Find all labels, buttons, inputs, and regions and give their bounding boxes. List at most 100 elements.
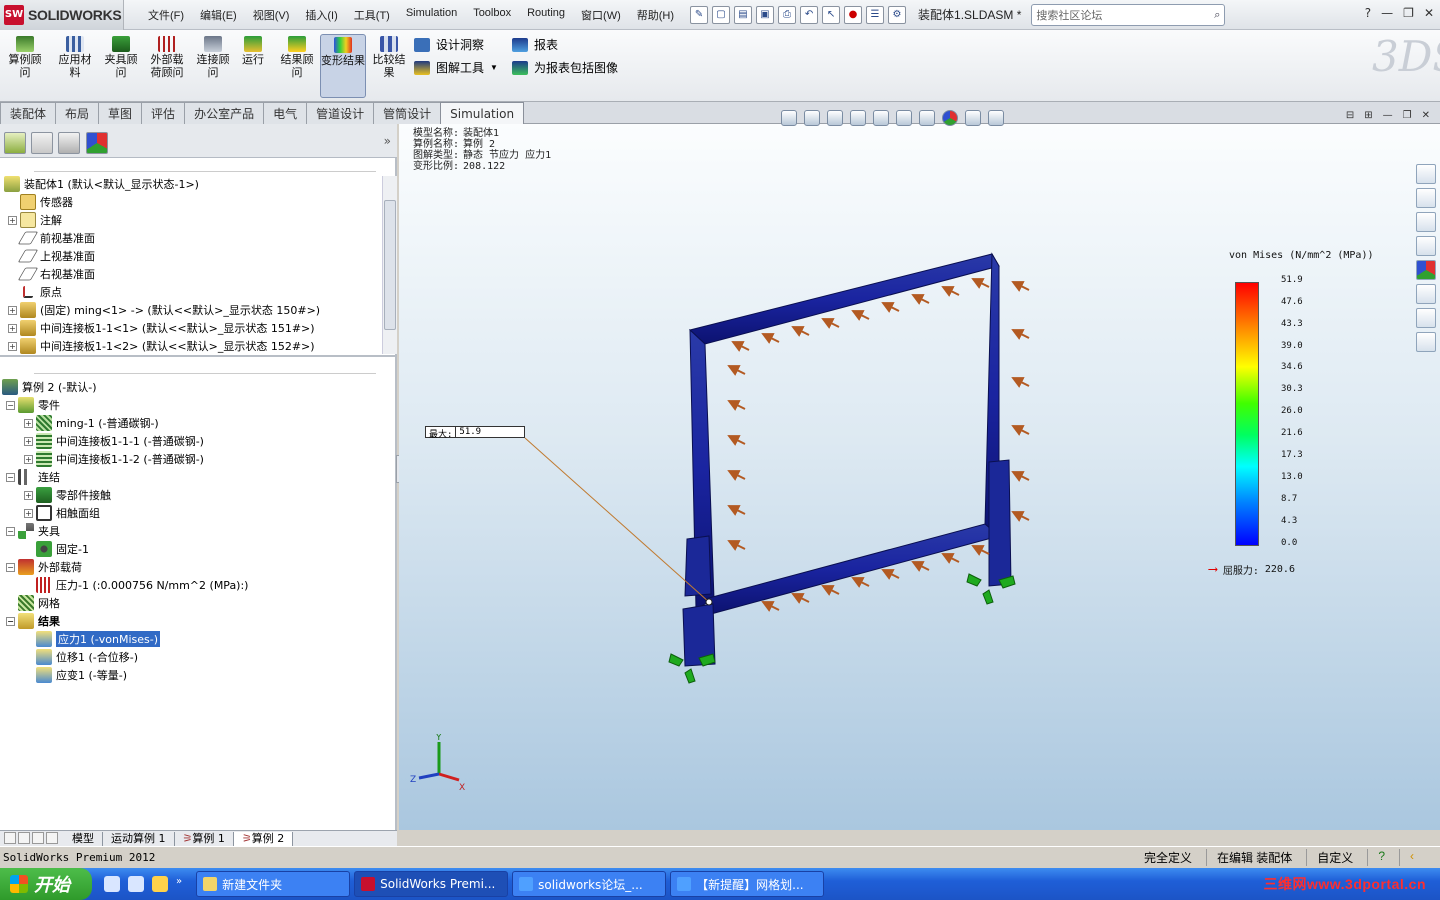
tree-item[interactable]: 右视基准面 (0, 265, 382, 283)
report-button[interactable]: 报表 (512, 36, 558, 53)
tree-item[interactable]: + 中间连接板1-1<2> (默认<<默认>_显示状态 152#>) (0, 337, 382, 355)
tab-evaluate[interactable]: 评估 (141, 102, 186, 124)
configuration-manager-tab-icon[interactable] (58, 132, 80, 154)
tab-layout[interactable]: 布局 (55, 102, 100, 124)
plot-tools-dropdown-icon[interactable]: ▼ (490, 63, 498, 72)
viewport-next-icon[interactable]: ⊞ (1364, 110, 1372, 121)
menu-insert[interactable]: 插入(I) (297, 7, 345, 23)
study-node-parts[interactable]: − 零件 (0, 396, 382, 414)
fixtures-advisor-button[interactable]: 夹具顾问 (100, 34, 142, 80)
run-button[interactable]: 运行 (232, 34, 274, 67)
undo-icon[interactable]: ↶ (800, 5, 819, 24)
study-item[interactable]: + 中间连接板1-1-2 (-普通碳钢-) (0, 450, 382, 468)
solidworks-resources-icon[interactable] (1416, 164, 1436, 184)
tab-tubing[interactable]: 管筒设计 (373, 102, 442, 124)
tab-study-2[interactable]: ⚞算例 2 (233, 831, 294, 846)
menu-file[interactable]: 文件(F) (140, 7, 192, 23)
save-icon[interactable]: ▣ (756, 5, 775, 24)
status-units[interactable]: 自定义 (1306, 849, 1353, 866)
menu-window[interactable]: 窗口(W) (573, 7, 629, 23)
appearances-icon[interactable] (1416, 260, 1436, 280)
expand-toggle[interactable]: + (8, 323, 17, 333)
study-node-fixtures[interactable]: − 夹具 (0, 522, 382, 540)
menu-tools[interactable]: 工具(T) (346, 7, 398, 23)
plot-tools-button[interactable]: 图解工具 ▼ (414, 59, 498, 76)
property-manager-tab-icon[interactable] (31, 132, 53, 154)
external-loads-advisor-button[interactable]: 外部载荷顾问 (146, 34, 188, 80)
stress-legend[interactable]: von Mises (N/mm^2 (MPa)) 51.9 47.6 43.3 … (1209, 250, 1374, 577)
tree-item[interactable]: 传感器 (0, 193, 382, 211)
search-input[interactable]: 搜索社区论坛 ⌕ (1031, 3, 1226, 26)
expand-toggle[interactable]: + (24, 490, 33, 500)
max-value-probe[interactable]: 最大: 51.9 (425, 426, 525, 440)
tab-office[interactable]: 办公室产品 (184, 102, 265, 124)
tree-root[interactable]: 装配体1 (默认<默认_显示状态-1>) (0, 175, 382, 193)
result-item-stress[interactable]: 应力1 (-vonMises-) (0, 630, 382, 648)
more-icon[interactable]: » (176, 876, 182, 892)
menu-edit[interactable]: 编辑(E) (192, 7, 245, 23)
custom-properties-icon[interactable] (1416, 284, 1436, 304)
study-item[interactable]: 固定-1 (0, 540, 382, 558)
select-pointer-icon[interactable]: ↖ (822, 5, 841, 24)
expand-toggle[interactable]: + (24, 436, 33, 446)
restore-button[interactable]: ❐ (1403, 6, 1414, 20)
study-item[interactable]: + 零部件接触 (0, 486, 382, 504)
menu-routing[interactable]: Routing (519, 7, 573, 23)
result-item-displacement[interactable]: 位移1 (-合位移-) (0, 648, 382, 666)
study-item[interactable]: + ming-1 (-普通碳钢-) (0, 414, 382, 432)
help-icon[interactable]: ? (1365, 6, 1371, 20)
tab-assembly[interactable]: 装配体 (0, 102, 57, 124)
study-node-results[interactable]: − 结果 (0, 612, 382, 630)
expand-toggle[interactable]: + (8, 341, 17, 351)
study-item[interactable]: + 相触面组 (0, 504, 382, 522)
study-item[interactable]: 压力-1 (:0.000756 N/mm^2 (MPa):) (0, 576, 382, 594)
tab-piping[interactable]: 管道设计 (306, 102, 375, 124)
viewport-minimize-icon[interactable]: — (1383, 110, 1393, 121)
taskbar-item-browser-2[interactable]: 【新提醒】网格划... (670, 871, 825, 897)
ie-icon[interactable] (104, 876, 120, 892)
tree-item[interactable]: + 中间连接板1-1<1> (默认<<默认>_显示状态 151#>) (0, 319, 382, 337)
solidworks-logo[interactable]: SW SOLIDWORKS (0, 0, 124, 30)
tab-model[interactable]: 模型 (64, 831, 103, 846)
design-library-icon[interactable] (1416, 188, 1436, 208)
menu-simulation[interactable]: Simulation (398, 7, 465, 23)
tree-item[interactable]: + (固定) ming<1> -> (默认<<默认>_显示状态 150#>) (0, 301, 382, 319)
print-icon[interactable]: ⎙ (778, 5, 797, 24)
study-node-connections[interactable]: − 连结 (0, 468, 382, 486)
new-document-icon[interactable]: ▢ (712, 5, 731, 24)
menu-toolbox[interactable]: Toolbox (465, 7, 519, 23)
tree-item[interactable]: + 注解 (0, 211, 382, 229)
collapse-toggle[interactable]: − (6, 562, 15, 572)
pin-icon[interactable]: ✎ (690, 5, 709, 24)
tree-filter[interactable] (34, 160, 376, 172)
design-insight-button[interactable]: 设计洞察 (414, 36, 484, 53)
result-item-strain[interactable]: 应变1 (-等量-) (0, 666, 382, 684)
prev-tab-icon[interactable] (18, 831, 30, 844)
taskbar-item-solidworks[interactable]: SolidWorks Premi... (354, 871, 509, 897)
file-explorer-icon[interactable] (1416, 212, 1436, 232)
tab-motion-study-1[interactable]: 运动算例 1 (103, 831, 175, 846)
study-filter[interactable] (34, 362, 376, 374)
study-advisor-button[interactable]: 算例顾问 (4, 34, 46, 80)
next-tab-icon[interactable] (32, 831, 44, 844)
desktop-icon[interactable] (128, 876, 144, 892)
connections-advisor-button[interactable]: 连接顾问 (192, 34, 234, 80)
last-tab-icon[interactable] (46, 831, 58, 844)
menu-help[interactable]: 帮助(H) (629, 7, 682, 23)
simulation-advisor-icon[interactable] (1416, 332, 1436, 352)
tree-item[interactable]: 前视基准面 (0, 229, 382, 247)
collapse-toggle[interactable]: − (6, 472, 15, 482)
start-button[interactable]: 开始 (0, 868, 92, 900)
expand-toggle[interactable]: + (8, 215, 17, 225)
tab-electrical[interactable]: 电气 (263, 102, 308, 124)
options-icon[interactable]: ⚙ (888, 5, 907, 24)
collapse-toggle[interactable]: − (6, 526, 15, 536)
graphics-area[interactable]: 模型名称: 装配体1 算例名称: 算例 2 图解类型: 静态 节应力 应力1 变形比例… (399, 110, 1440, 830)
tree-item[interactable]: 上视基准面 (0, 247, 382, 265)
study-node-mesh[interactable]: 网格 (0, 594, 382, 612)
expand-toggle[interactable]: + (8, 305, 17, 315)
expand-toggle[interactable]: + (24, 454, 33, 464)
display-manager-tab-icon[interactable] (86, 132, 108, 154)
study-root[interactable]: 算例 2 (-默认-) (0, 378, 382, 396)
study-node-loads[interactable]: − 外部载荷 (0, 558, 382, 576)
